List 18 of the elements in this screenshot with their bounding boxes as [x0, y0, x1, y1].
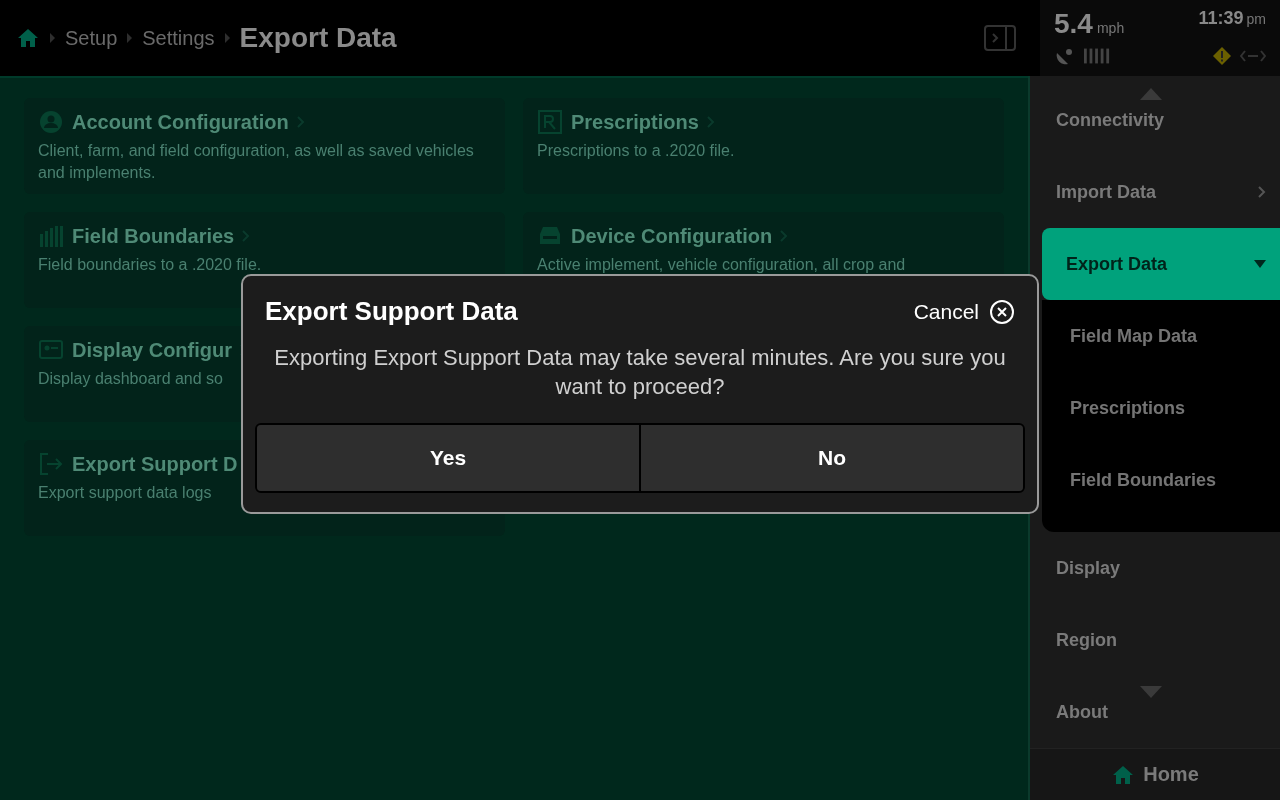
speed-unit: mph: [1096, 20, 1125, 36]
card-title: Display Configur: [72, 338, 232, 362]
card-title: Account Configuration: [72, 110, 289, 134]
card-title: Export Support D: [72, 452, 238, 476]
card-description: Export support data logs: [38, 483, 213, 503]
time-unit: pm: [1246, 11, 1266, 27]
card-description: Active implement, vehicle configuration, all crop and: [537, 255, 907, 275]
card-description: Display dashboard and so: [38, 369, 224, 389]
card-description: Client, farm, and field configuration, as well as saved vehicles and implements.: [38, 141, 475, 183]
dialog-message: Exporting Export Support Data may take several minutes. Are you sure you want to proceed?: [273, 344, 1007, 401]
speed-value: 5.4: [1054, 8, 1093, 40]
card-description: Prescriptions to a .2020 file.: [537, 141, 736, 161]
card-title: Field Boundaries: [72, 224, 235, 248]
clock-time: 11:39: [1198, 8, 1244, 29]
page-title: Export Data: [239, 22, 397, 54]
card-title: Device Configuration: [571, 224, 773, 248]
card-title: Prescriptions: [571, 110, 699, 134]
card-description: Field boundaries to a .2020 file.: [38, 255, 263, 275]
